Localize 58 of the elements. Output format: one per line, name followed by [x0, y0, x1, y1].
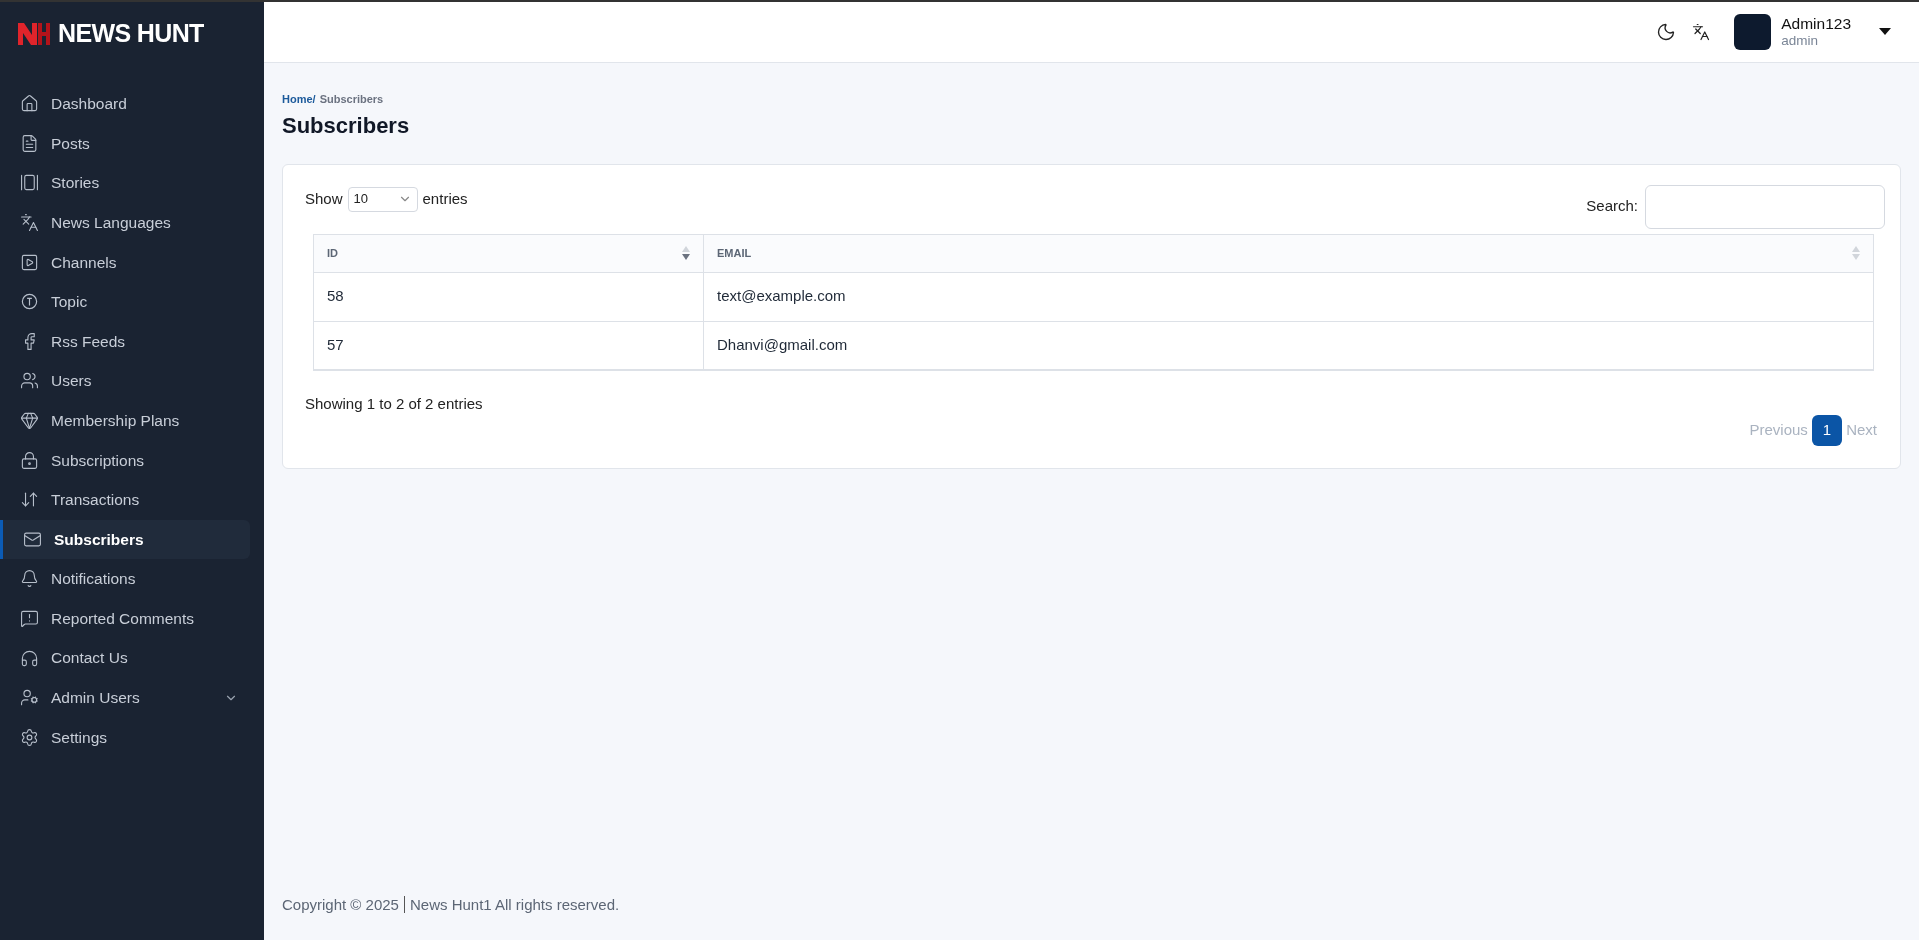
- sidebar-item[interactable]: Topic: [0, 281, 250, 322]
- moon-icon[interactable]: [1656, 22, 1677, 42]
- sidebar-item[interactable]: Notifications: [0, 559, 250, 599]
- show-label: Show: [305, 188, 343, 209]
- translate-icon: [20, 213, 39, 233]
- sidebar-item[interactable]: Reported Comments: [0, 598, 250, 639]
- sidebar-item[interactable]: Posts: [0, 123, 250, 164]
- user-role: admin: [1781, 33, 1819, 51]
- breadcrumb-link[interactable]: Home/: [282, 93, 316, 105]
- sidebar-item[interactable]: Contact Us: [0, 638, 250, 678]
- caret-icon[interactable]: [1879, 28, 1891, 36]
- house-icon: [20, 94, 39, 114]
- column-header[interactable]: EMAIL: [703, 234, 1874, 272]
- table-cell: 57: [313, 321, 704, 370]
- page-title: Subscribers: [282, 111, 411, 140]
- translate-icon[interactable]: [1692, 23, 1711, 41]
- avatar-placeholder: [1734, 14, 1772, 50]
- table-cell: Dhanvi@gmail.com: [703, 321, 1874, 370]
- entries-label: entries: [422, 188, 468, 209]
- sidebar-item[interactable]: Channels: [0, 242, 250, 282]
- bell-icon: [20, 569, 39, 589]
- user-gear-icon: [20, 688, 39, 708]
- gallery-icon: [20, 173, 39, 193]
- footer-text: News Hunt1 All rights reserved.: [409, 894, 620, 915]
- sidebar-item[interactable]: Subscribers: [0, 519, 250, 560]
- search-label: Search:: [1586, 196, 1638, 217]
- page-size-select[interactable]: 10: [347, 186, 418, 212]
- circle-letter-icon: [20, 292, 39, 312]
- sidebar-item[interactable]: Users: [0, 361, 250, 401]
- lock-icon: [20, 450, 39, 470]
- sidebar-item[interactable]: Rss Feeds: [0, 321, 250, 362]
- sidebar-item[interactable]: Transactions: [0, 479, 250, 520]
- comment-icon: [20, 609, 39, 628]
- brand-name: NEWS HUNT: [58, 18, 204, 50]
- sidebar-item[interactable]: Dashboard: [0, 84, 250, 124]
- page-button[interactable]: 1: [1811, 415, 1843, 446]
- document-icon: [20, 133, 39, 153]
- copyright-text: Copyright © 2025: [282, 894, 399, 915]
- sidebar-item[interactable]: Admin Users: [0, 677, 250, 718]
- sidebar-item[interactable]: Settings: [0, 717, 250, 758]
- table-info: Showing 1 to 2 of 2 entries: [305, 394, 483, 414]
- gem-icon: [20, 411, 39, 431]
- settings-icon: [20, 727, 39, 747]
- logo-icon: [18, 23, 50, 45]
- play-icon: [20, 252, 39, 272]
- sidebar-item[interactable]: Membership Plans: [0, 400, 250, 441]
- table-cell: 58: [313, 272, 704, 321]
- sidebar-item[interactable]: Subscriptions: [0, 440, 250, 480]
- headphones-icon: [20, 648, 39, 668]
- table-cell: text@example.com: [703, 272, 1874, 321]
- sidebar-item[interactable]: News Languages: [0, 202, 250, 243]
- user-name: Admin123: [1781, 13, 1851, 34]
- sidebar-item[interactable]: Stories: [0, 163, 250, 203]
- search-field[interactable]: [1645, 184, 1885, 229]
- column-header[interactable]: ID: [313, 234, 704, 272]
- users-icon: [20, 371, 39, 391]
- breadcrumb-current: Subscribers: [319, 93, 384, 105]
- arrows-icon: [20, 490, 39, 510]
